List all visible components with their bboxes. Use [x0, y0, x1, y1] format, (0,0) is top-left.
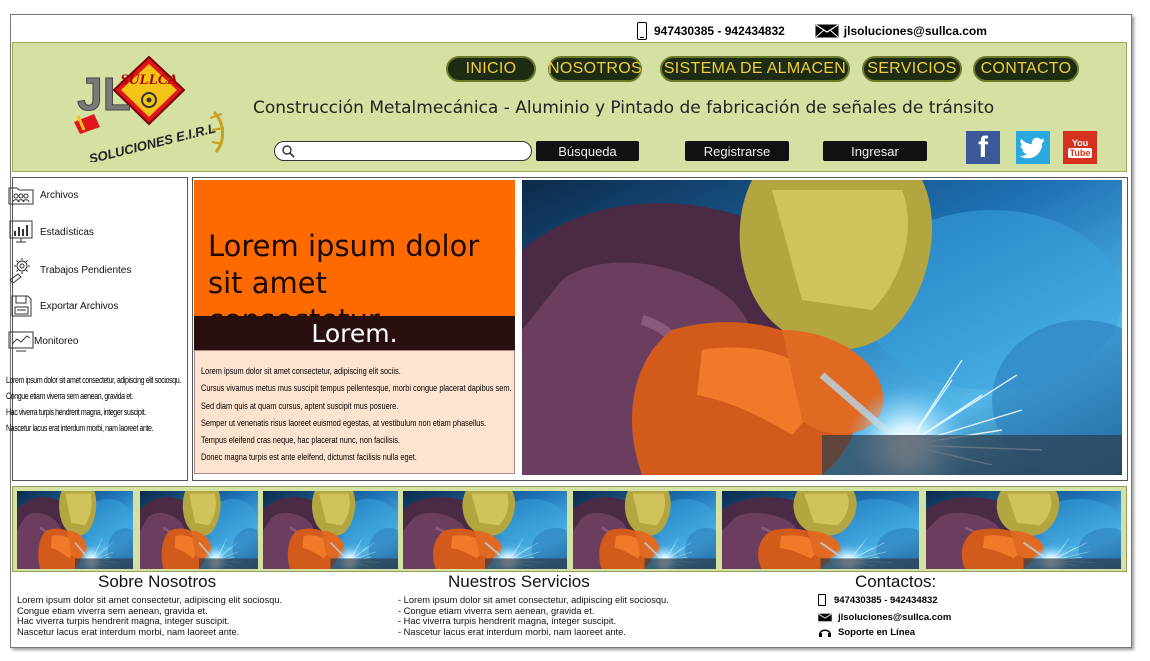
- nav-nosotros[interactable]: NOSOTROS: [548, 56, 642, 82]
- footer-services-title: Nuestros Servicios: [448, 572, 590, 591]
- sidebar-item-trabajos-pendientes[interactable]: Trabajos Pendientes: [8, 256, 131, 284]
- footer-services-line: - Nascetur lacus erat interdum morbi, na…: [398, 626, 626, 637]
- login-button[interactable]: Ingresar: [823, 141, 927, 161]
- sidebar-text-line: Nascetur lacus erat interdum morbi, nam …: [6, 423, 154, 433]
- feature-body-line: Donec magna turpis est ante eleifend, di…: [201, 452, 417, 463]
- sidebar-description: Lorem ipsum dolor sit amet consectetur, …: [6, 372, 181, 436]
- sidebar-text-line: Hac viverra turpis hendrerit magna, inte…: [6, 407, 146, 417]
- search-input[interactable]: [274, 141, 532, 161]
- footer-about-text: Lorem ipsum dolor sit amet consectetur, …: [17, 595, 282, 637]
- feature-body-line: Tempus eleifend cras neque, hac placerat…: [201, 435, 400, 446]
- footer-phone-number: 947430385 - 942434832: [834, 594, 938, 606]
- footer-services-line: - Congue etiam viverra sem aenean, gravi…: [398, 605, 595, 616]
- footer-services-line: - Lorem ipsum dolor sit amet consectetur…: [398, 595, 669, 605]
- gallery-thumbnail[interactable]: [573, 491, 716, 569]
- gallery-thumbnail[interactable]: [403, 491, 567, 569]
- nav-contacto[interactable]: CONTACTO: [973, 56, 1079, 82]
- footer-about-title: Sobre Nosotros: [98, 572, 217, 591]
- feature-body-line: Lorem ipsum dolor sit amet consectetur, …: [201, 366, 401, 376]
- nav-sistema-almacen[interactable]: SISTEMA DE ALMACEN: [660, 56, 850, 82]
- nav-servicios[interactable]: SERVICIOS: [862, 56, 962, 82]
- company-logo[interactable]: SULLCA JL SOLUCIONES E.I.R.L: [64, 52, 234, 162]
- svg-text:SOLUCIONES E.I.R.L: SOLUCIONES E.I.R.L: [87, 120, 217, 162]
- gallery-thumbnail[interactable]: [17, 491, 133, 569]
- gear-wrench-icon: [9, 258, 30, 284]
- feature-subtitle: Lorem.: [194, 316, 515, 350]
- footer-email[interactable]: jlsoluciones@sullca.com: [818, 612, 951, 623]
- phone-icon: [818, 594, 826, 606]
- top-contact-bar: 947430385 - 942434832 jlsoluciones@sullc…: [637, 20, 987, 42]
- footer-about-line: Congue etiam viverra sem aenean, gravida…: [17, 605, 208, 616]
- youtube-label-bottom: Tube: [1067, 147, 1093, 158]
- sidebar-item-label: Trabajos Pendientes: [40, 264, 132, 276]
- floppy-disk-icon: [11, 295, 32, 317]
- tagline: Construcción Metalmecánica - Aluminio y …: [253, 98, 995, 118]
- twitter-icon[interactable]: [1016, 131, 1050, 164]
- phone-icon: [637, 22, 647, 40]
- search-field[interactable]: [299, 143, 529, 161]
- nav-inicio[interactable]: INICIO: [446, 56, 536, 82]
- search-icon: [282, 145, 295, 158]
- gallery-thumbnail[interactable]: [263, 491, 398, 569]
- feature-body-panel: Lorem ipsum dolor sit amet consectetur, …: [194, 350, 515, 474]
- sidebar-text-line: Congue etiam viverra sem aenean, gravida…: [6, 391, 133, 401]
- footer-services-text: - Lorem ipsum dolor sit amet consectetur…: [398, 595, 669, 637]
- feature-body-line: Semper ut venenatis risus laoreet euismo…: [201, 417, 487, 428]
- folder-users-icon: [8, 187, 34, 205]
- top-email[interactable]: jlsoluciones@sullca.com: [844, 24, 987, 38]
- sidebar-item-label: Exportar Archivos: [40, 300, 119, 312]
- headset-icon: [819, 629, 831, 637]
- footer-email-address: jlsoluciones@sullca.com: [838, 612, 952, 623]
- sidebar-item-monitoreo[interactable]: Monitoreo: [8, 329, 78, 353]
- youtube-label-top: You: [1071, 137, 1089, 148]
- footer-contacts-title: Contactos:: [855, 572, 937, 591]
- sidebar-item-archivos[interactable]: Archivos: [8, 185, 78, 205]
- chart-monitor-icon: [9, 220, 33, 243]
- search-button[interactable]: Búsqueda: [536, 141, 639, 161]
- feature-body: Lorem ipsum dolor sit amet consectetur, …: [201, 363, 512, 467]
- footer-support[interactable]: Soporte en Línea: [818, 626, 915, 638]
- sidebar-text-line: Lorem ipsum dolor sit amet consectetur, …: [6, 375, 181, 385]
- gallery-thumbnail[interactable]: [926, 491, 1121, 569]
- hero-welding-image: [522, 180, 1122, 475]
- feature-panel: Lorem ipsum dolor sit amet consectetur: [194, 180, 515, 337]
- top-phone: 947430385 - 942434832: [654, 24, 785, 38]
- sidebar-item-exportar[interactable]: Exportar Archivos: [8, 294, 118, 318]
- mail-icon: [818, 613, 832, 622]
- mail-icon: [815, 24, 839, 38]
- monitor-icon: [8, 331, 34, 352]
- footer-phone: 947430385 - 942434832: [818, 594, 938, 606]
- gallery-thumbnail[interactable]: [140, 491, 258, 569]
- footer-support-label: Soporte en Línea: [838, 626, 916, 638]
- footer-about-line: Hac viverra turpis hendrerit magna, inte…: [17, 616, 230, 626]
- feature-body-line: Sed diam quis at quam cursus, aptent sus…: [201, 400, 399, 411]
- sidebar-item-label: Archivos: [40, 189, 79, 201]
- twitter-bird-icon: [1020, 137, 1045, 158]
- footer-services-line: - Hac viverra turpis hendrerit magna, in…: [398, 616, 617, 626]
- feature-body-line: Cursus vivamus metus mus suscipit tempus…: [201, 383, 512, 394]
- footer-about-line: Lorem ipsum dolor sit amet consectetur, …: [17, 595, 283, 605]
- facebook-icon[interactable]: f: [966, 131, 1000, 164]
- sidebar-item-estadisticas[interactable]: Estadísticas: [8, 219, 94, 245]
- footer-about-line: Nascetur lacus erat interdum morbi, nam …: [17, 626, 240, 637]
- sidebar-item-label: Estadísticas: [40, 226, 94, 238]
- svg-text:JL: JL: [77, 68, 131, 120]
- sidebar-item-label: Monitoreo: [34, 335, 79, 347]
- gallery-thumbnail[interactable]: [722, 491, 919, 569]
- youtube-icon[interactable]: You Tube: [1063, 131, 1097, 164]
- register-button[interactable]: Registrarse: [685, 141, 789, 161]
